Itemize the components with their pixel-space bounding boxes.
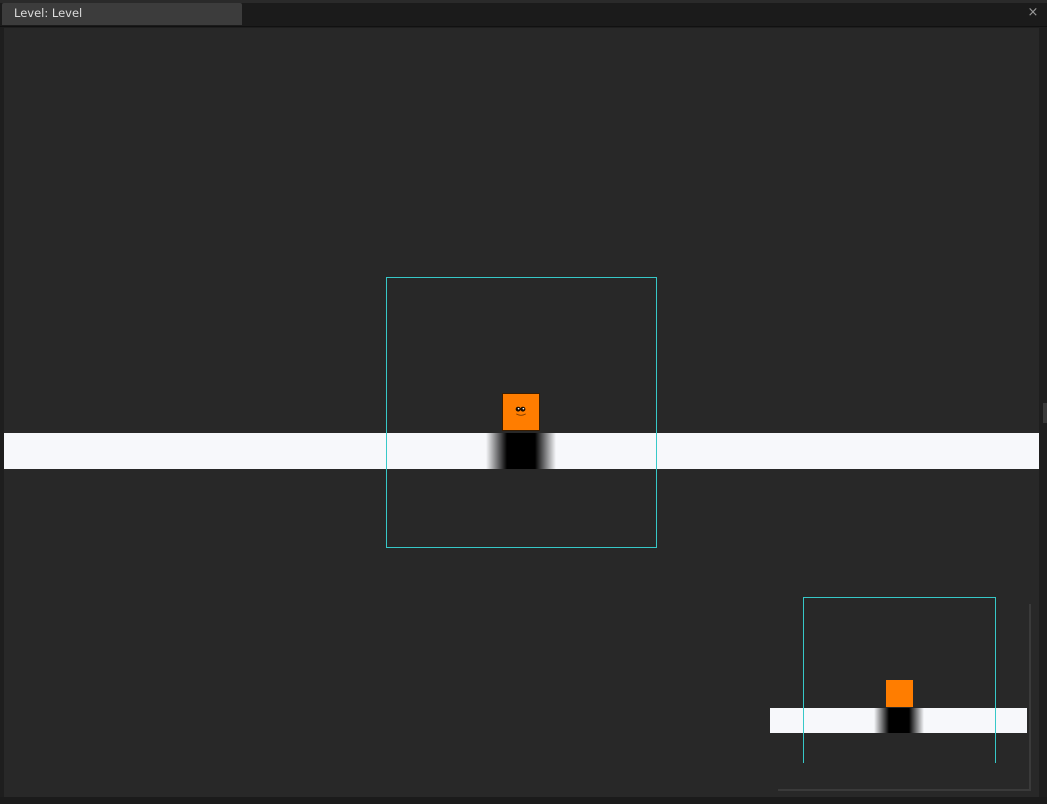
player-face-icon [515,406,526,416]
panel-resize-handle[interactable] [1043,403,1047,423]
bottom-bar [0,797,1047,804]
tab-level[interactable]: Level: Level [2,3,242,25]
tab-bar: Level: Level × [0,0,1047,27]
preview-player [886,680,913,707]
preview-horizontal-scrollbar[interactable] [778,789,1031,791]
player-character[interactable] [502,393,540,431]
level-editor-window: Level: Level × [0,0,1047,804]
camera-preview [766,568,1027,763]
preview-vertical-scrollbar[interactable] [1029,604,1031,790]
close-icon[interactable]: × [1025,5,1041,21]
